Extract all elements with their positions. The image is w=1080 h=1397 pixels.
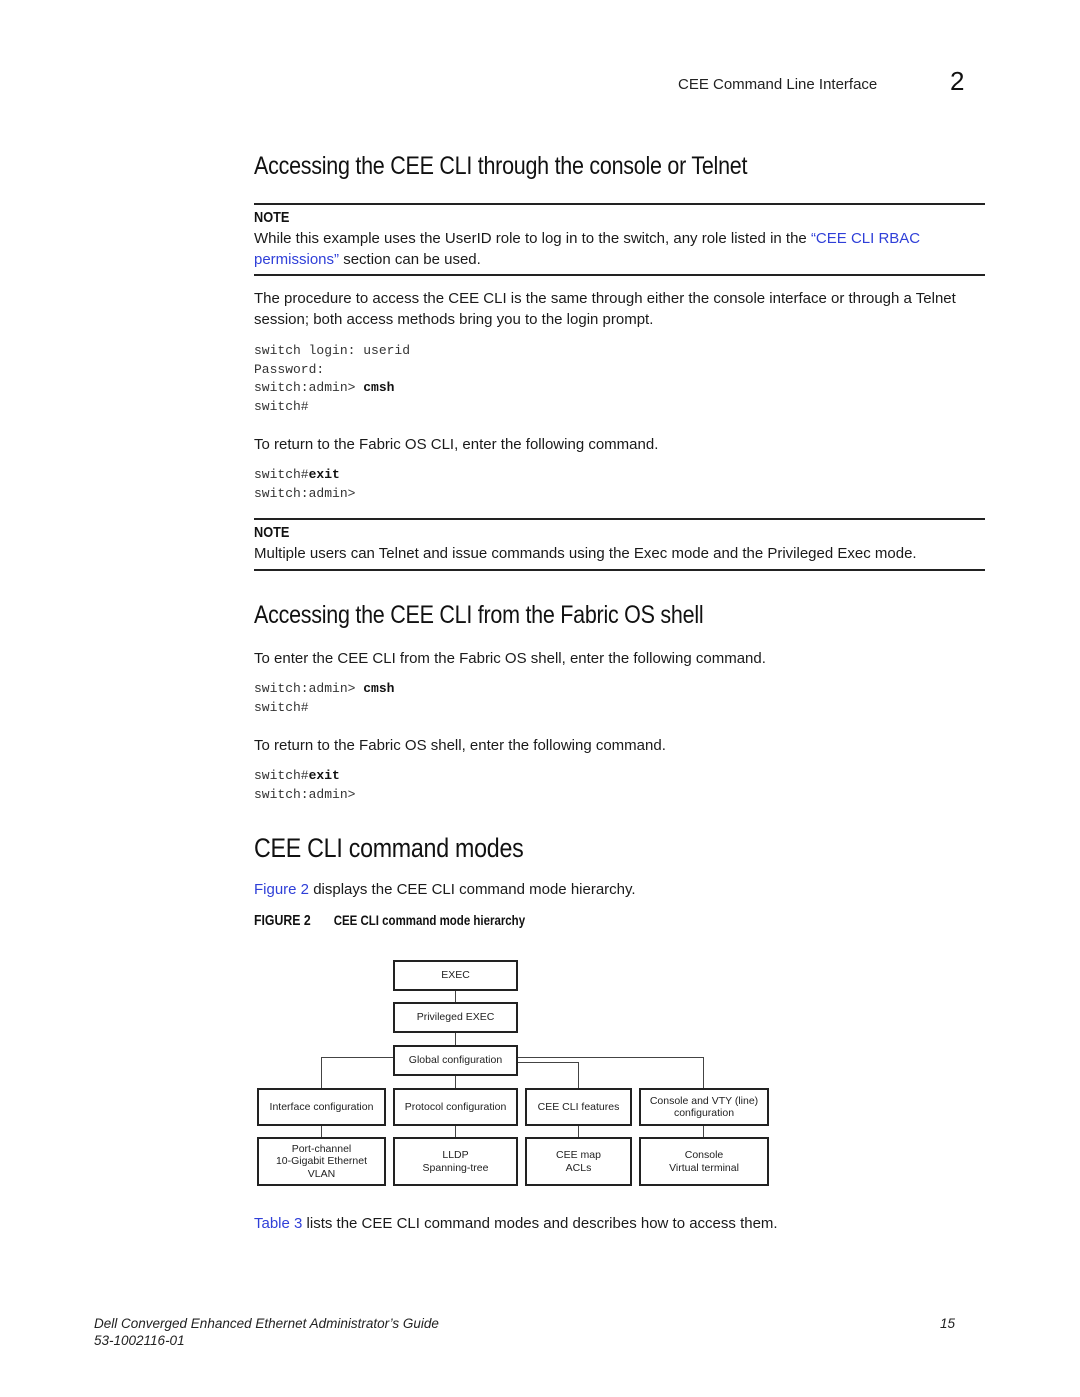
- connector-features-children: [578, 1125, 579, 1137]
- node-child-label: VLAN: [307, 1167, 336, 1180]
- connector-global-line-v: [703, 1057, 704, 1088]
- node-console-vty-configuration: Console and VTY (line) configuration: [639, 1088, 769, 1126]
- running-header-chapter-number: 2: [950, 66, 965, 96]
- note-text: While this example uses the UserID role …: [254, 228, 994, 270]
- node-child-label: 10-Gigabit Ethernet: [275, 1155, 368, 1168]
- node-label: configuration: [673, 1107, 735, 1119]
- connector-global-features-h: [517, 1062, 579, 1063]
- node-label: Interface configuration: [269, 1100, 374, 1113]
- procedure-paragraph: The procedure to access the CEE CLI is t…: [254, 290, 956, 328]
- code-line: switch:admin>: [254, 485, 356, 501]
- node-child-label: Spanning-tree: [422, 1161, 489, 1174]
- note-top-rule: [254, 203, 985, 205]
- node-child-label: Port-channel: [291, 1142, 352, 1155]
- code-line: switch#: [254, 398, 309, 414]
- note-label: NOTE: [254, 209, 290, 226]
- node-cee-cli-features: CEE CLI features: [525, 1088, 632, 1126]
- code-line: switch:admin> cmsh: [254, 680, 394, 699]
- enter-cee-cli-text: To enter the CEE CLI from the Fabric OS …: [254, 650, 766, 667]
- code-block-cmsh: switch:admin> cmsh switch#: [254, 680, 394, 717]
- section-heading-console-telnet: Accessing the CEE CLI through the consol…: [254, 152, 748, 180]
- note-text-after: section can be used.: [339, 251, 481, 268]
- code-line: switch login: userid: [254, 343, 411, 358]
- note2-bottom-rule: [254, 569, 985, 571]
- code-prompt: switch#: [254, 467, 309, 482]
- node-line-children: Console Virtual terminal: [639, 1137, 769, 1186]
- node-interface-configuration: Interface configuration: [257, 1088, 386, 1126]
- node-child-label: LLDP: [442, 1149, 469, 1161]
- section-heading-fabric-os-shell: Accessing the CEE CLI from the Fabric OS…: [254, 601, 704, 629]
- footer-page-number: 15: [940, 1316, 956, 1331]
- node-label: Global configuration: [408, 1054, 503, 1067]
- code-line: switch#exit: [254, 767, 355, 786]
- footer-doc-number: 53-1002116-01: [94, 1333, 185, 1348]
- table-intro-text: Table 3 lists the CEE CLI command modes …: [254, 1213, 994, 1234]
- connector-privileged-global: [455, 1032, 456, 1045]
- node-label: CEE CLI features: [537, 1100, 620, 1113]
- code-command: cmsh: [363, 380, 395, 395]
- return-fabric-cli-text: To return to the Fabric OS CLI, enter th…: [254, 436, 659, 453]
- code-block-exit-2: switch#exit switch:admin>: [254, 767, 355, 804]
- node-global-configuration: Global configuration: [393, 1045, 518, 1076]
- code-line: switch:admin>: [254, 786, 356, 802]
- node-child-label: Console: [684, 1149, 724, 1161]
- node-features-children: CEE map ACLs: [525, 1137, 632, 1186]
- connector-interface-children: [321, 1125, 322, 1137]
- footer-guide-title: Dell Converged Enhanced Ethernet Adminis…: [94, 1316, 439, 1331]
- return-fabric-shell-text: To return to the Fabric OS shell, enter …: [254, 737, 666, 754]
- node-child-label: Virtual terminal: [669, 1161, 739, 1174]
- figure-title: CEE CLI command mode hierarchy: [333, 912, 526, 928]
- node-child-label: ACLs: [565, 1161, 592, 1174]
- connector-global-interface-v: [321, 1057, 322, 1088]
- code-prompt: switch#: [254, 768, 309, 783]
- node-label: Privileged EXEC: [416, 1011, 495, 1024]
- note2-label: NOTE: [254, 524, 290, 541]
- node-protocol-children: LLDP Spanning-tree: [393, 1137, 518, 1186]
- node-label: Protocol configuration: [404, 1100, 507, 1113]
- code-line: switch:admin> cmsh: [254, 379, 410, 398]
- node-exec: EXEC: [393, 960, 518, 991]
- figure-number: FIGURE 2: [254, 912, 311, 929]
- code-line: Password:: [254, 361, 325, 377]
- section-heading-command-modes: CEE CLI command modes: [254, 833, 524, 863]
- node-child-label: CEE map: [556, 1149, 601, 1161]
- note-text-before: While this example uses the UserID role …: [254, 230, 811, 247]
- connector-protocol-children: [455, 1125, 456, 1137]
- table-3-link[interactable]: Table 3: [254, 1215, 302, 1232]
- node-protocol-configuration: Protocol configuration: [393, 1088, 518, 1126]
- code-command: cmsh: [363, 681, 395, 696]
- note2-top-rule: [254, 518, 985, 520]
- code-command: exit: [308, 768, 340, 783]
- connector-exec-privileged: [455, 990, 456, 1002]
- connector-global-interface-h: [321, 1057, 393, 1058]
- node-interface-children: Port-channel 10-Gigabit Ethernet VLAN: [257, 1137, 386, 1186]
- code-block-exit: switch#exit switch:admin>: [254, 466, 355, 503]
- figure-caption: FIGURE 2 CEE CLI command mode hierarchy: [254, 912, 525, 929]
- figure-intro-rest: displays the CEE CLI command mode hierar…: [309, 881, 636, 898]
- figure-intro-text: Figure 2 displays the CEE CLI command mo…: [254, 879, 994, 900]
- connector-global-line-h: [517, 1057, 704, 1058]
- code-block-login: switch login: userid Password: switch:admi…: [254, 342, 410, 416]
- connector-global-protocol: [455, 1075, 456, 1088]
- note-bottom-rule: [254, 274, 985, 276]
- running-header-chapter-title: CEE Command Line Interface: [678, 76, 878, 93]
- connector-line-children: [703, 1125, 704, 1137]
- node-label: EXEC: [441, 969, 470, 982]
- figure-2-link[interactable]: Figure 2: [254, 881, 309, 898]
- code-command: exit: [308, 467, 340, 482]
- connector-global-features-v: [578, 1062, 579, 1088]
- code-prompt: switch:admin>: [254, 681, 364, 696]
- code-line: switch#exit: [254, 466, 355, 485]
- note2-text: Multiple users can Telnet and issue comm…: [254, 545, 917, 562]
- code-line: switch#: [254, 699, 309, 715]
- node-privileged-exec: Privileged EXEC: [393, 1002, 518, 1033]
- node-label: Console and VTY (line): [649, 1094, 759, 1107]
- table-intro-rest: lists the CEE CLI command modes and desc…: [302, 1215, 778, 1232]
- code-prompt: switch:admin>: [254, 380, 364, 395]
